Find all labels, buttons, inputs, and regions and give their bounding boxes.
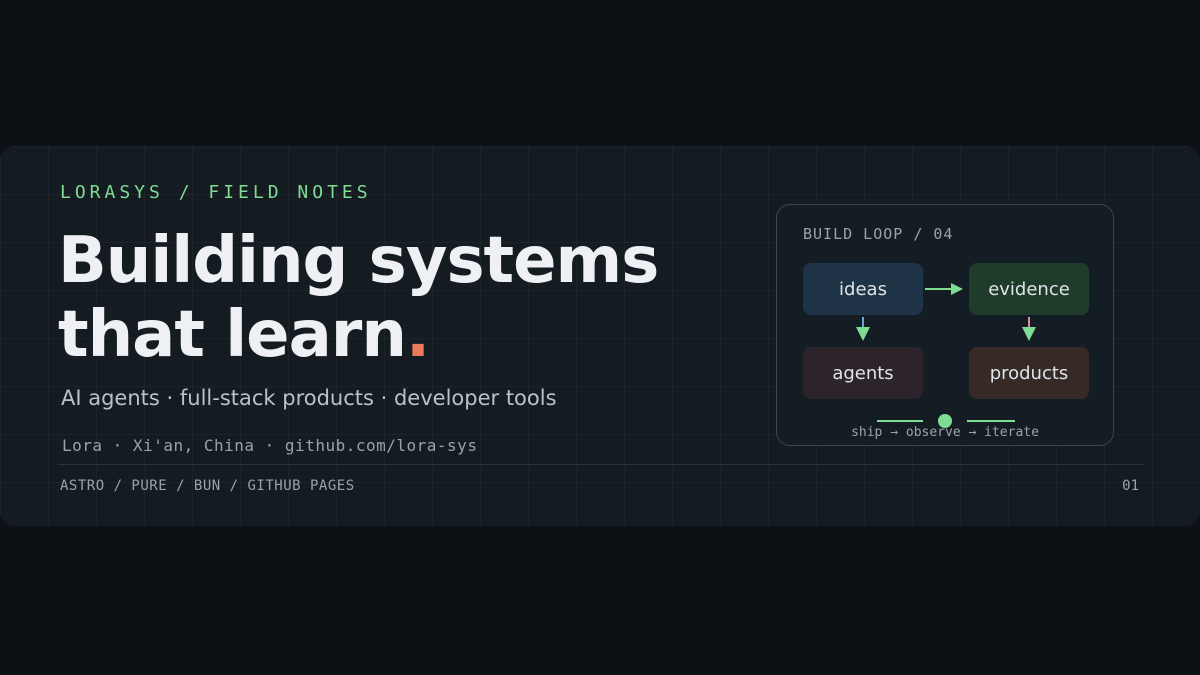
title-line-2: that learn. [58,298,658,372]
page-number: 01 [1122,478,1139,494]
title-line-1: Building systems [58,224,659,298]
tech-stack-label: ASTRO / PURE / BUN / GITHUB PAGES [60,478,355,494]
build-loop-card: BUILD LOOP / 04 ideas evidence agents pr… [776,204,1114,446]
eyebrow-label: LORASYS / FIELD NOTES [60,182,372,203]
hero-title: Building systems that learn. [58,224,659,372]
footer-divider [58,464,1144,465]
loop-caption: ship → observe → iterate [851,425,1039,440]
node-ideas: ideas [803,263,923,315]
arrow-down-left-icon [856,317,870,341]
arrow-right-icon [925,283,963,295]
node-evidence: evidence [969,263,1089,315]
arrow-down-right-icon [1022,317,1036,341]
hero-subtitle: AI agents · full-stack products · develo… [61,386,557,410]
hero-banner: LORASYS / FIELD NOTES Building systems t… [0,146,1200,526]
title-line-2-text: that learn [58,298,407,372]
node-agents: agents [803,347,923,399]
node-products: products [969,347,1089,399]
loop-connectors [856,283,1036,428]
author-byline: Lora · Xi'an, China · github.com/lora-sy… [62,436,478,455]
title-accent-dot: . [405,298,430,372]
